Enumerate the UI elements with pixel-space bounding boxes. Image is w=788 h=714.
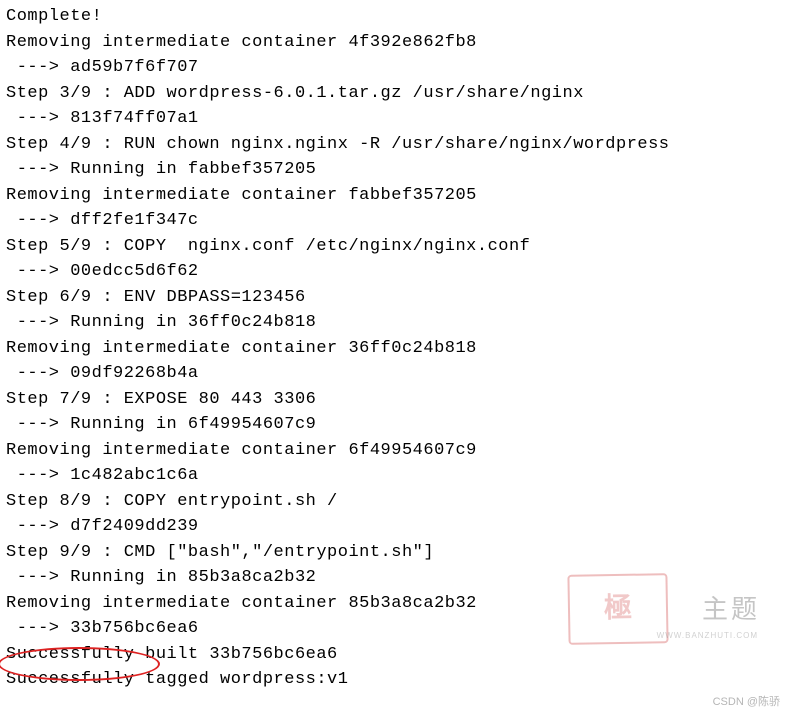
terminal-line: ---> Running in 85b3a8ca2b32	[6, 565, 782, 591]
terminal-line: Removing intermediate container fabbef35…	[6, 183, 782, 209]
terminal-line: Removing intermediate container 6f499546…	[6, 438, 782, 464]
terminal-line: ---> d7f2409dd239	[6, 514, 782, 540]
terminal-line: Step 5/9 : COPY nginx.conf /etc/nginx/ng…	[6, 234, 782, 260]
terminal-line: ---> 00edcc5d6f62	[6, 259, 782, 285]
terminal-line: Successfully built 33b756bc6ea6	[6, 642, 782, 668]
terminal-line: ---> 09df92268b4a	[6, 361, 782, 387]
terminal-line: Step 6/9 : ENV DBPASS=123456	[6, 285, 782, 311]
terminal-line: Successfully tagged wordpress:v1	[6, 667, 782, 693]
terminal-line: Step 9/9 : CMD ["bash","/entrypoint.sh"]	[6, 540, 782, 566]
terminal-line: ---> ad59b7f6f707	[6, 55, 782, 81]
terminal-line: ---> Running in 36ff0c24b818	[6, 310, 782, 336]
terminal-line: ---> Running in fabbef357205	[6, 157, 782, 183]
csdn-watermark: CSDN @陈骄	[713, 694, 780, 711]
terminal-line: Step 4/9 : RUN chown nginx.nginx -R /usr…	[6, 132, 782, 158]
terminal-output: Complete!Removing intermediate container…	[6, 4, 782, 693]
terminal-line: Removing intermediate container 4f392e86…	[6, 30, 782, 56]
terminal-line: ---> 813f74ff07a1	[6, 106, 782, 132]
terminal-line: Step 8/9 : COPY entrypoint.sh /	[6, 489, 782, 515]
terminal-line: Removing intermediate container 85b3a8ca…	[6, 591, 782, 617]
terminal-line: Step 7/9 : EXPOSE 80 443 3306	[6, 387, 782, 413]
terminal-line: ---> 33b756bc6ea6	[6, 616, 782, 642]
terminal-line: Removing intermediate container 36ff0c24…	[6, 336, 782, 362]
terminal-line: Step 3/9 : ADD wordpress-6.0.1.tar.gz /u…	[6, 81, 782, 107]
terminal-line: ---> 1c482abc1c6a	[6, 463, 782, 489]
terminal-line: ---> dff2fe1f347c	[6, 208, 782, 234]
terminal-line: ---> Running in 6f49954607c9	[6, 412, 782, 438]
terminal-line: Complete!	[6, 4, 782, 30]
